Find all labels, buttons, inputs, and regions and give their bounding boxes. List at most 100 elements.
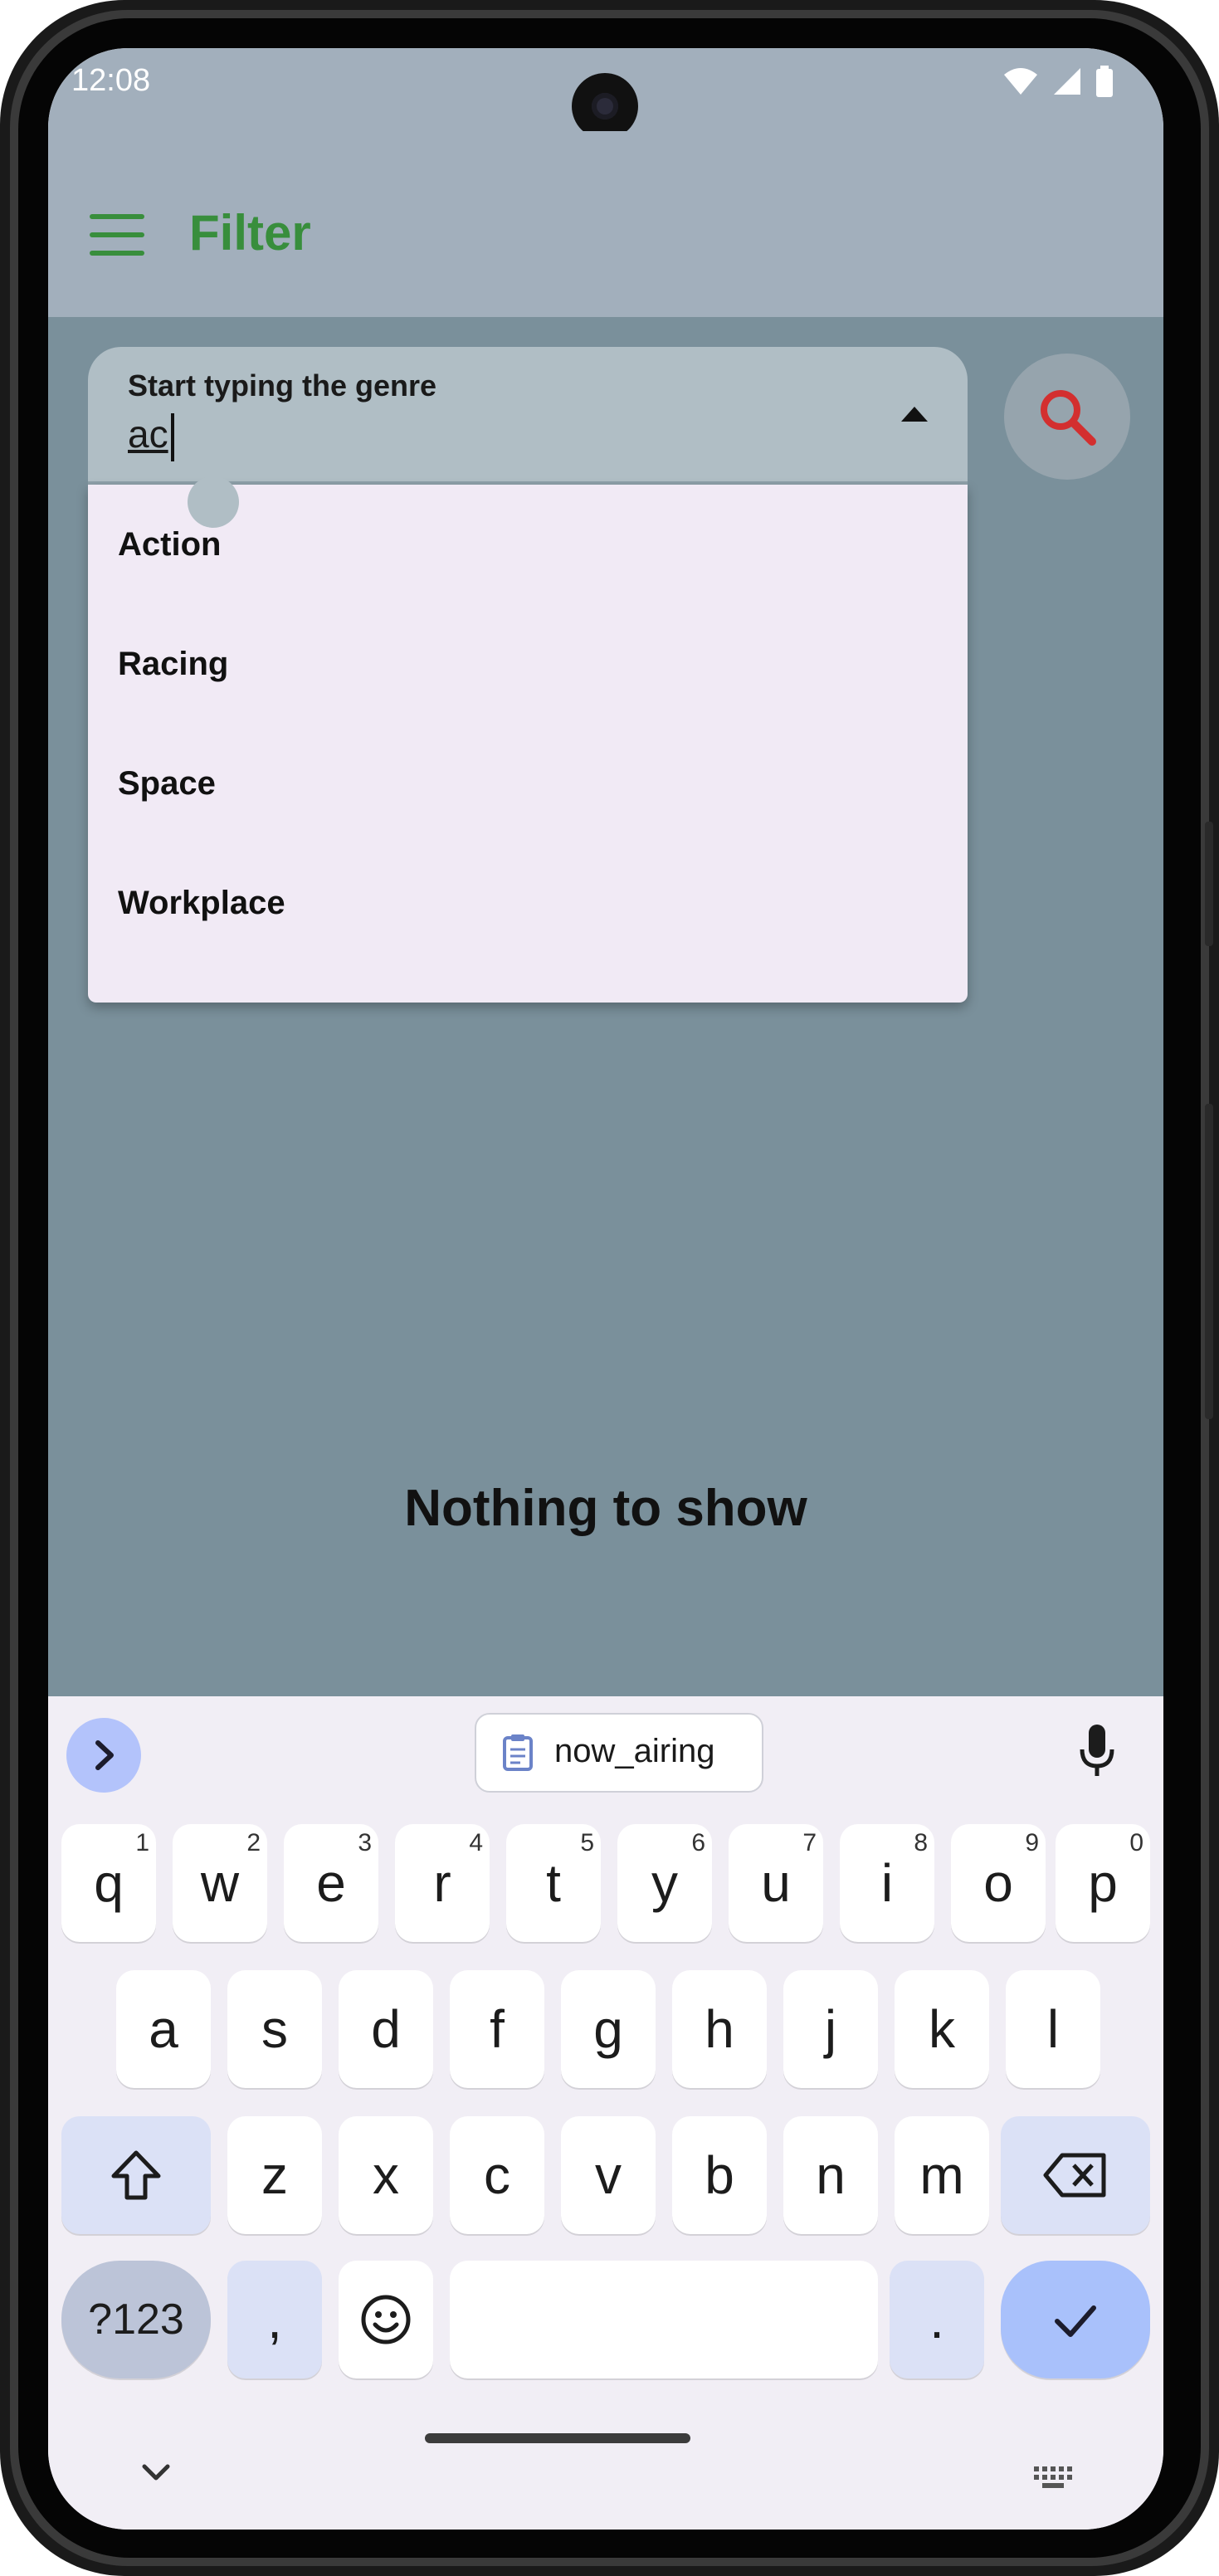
done-key[interactable]: [1001, 2261, 1150, 2378]
clipboard-suggestion-chip[interactable]: now_airing: [475, 1713, 763, 1793]
wifi-icon: [1004, 68, 1037, 95]
key-label: e: [316, 1853, 346, 1913]
menu-icon[interactable]: [90, 214, 144, 256]
key-g[interactable]: g: [561, 1970, 656, 2088]
key-m[interactable]: m: [895, 2116, 989, 2234]
status-time: 12:08: [71, 63, 151, 98]
dropdown-item-label: Racing: [118, 646, 229, 682]
empty-state-text: Nothing to show: [404, 1480, 807, 1537]
key-label: y: [651, 1853, 678, 1913]
key-y[interactable]: y6: [617, 1824, 712, 1942]
key-f[interactable]: f: [450, 1970, 544, 2088]
key-hint: 1: [135, 1829, 149, 1856]
backspace-key[interactable]: [1001, 2116, 1150, 2234]
key-u[interactable]: u7: [729, 1824, 823, 1942]
selection-handle[interactable]: [188, 476, 239, 528]
key-h[interactable]: h: [672, 1970, 767, 2088]
key-label: q: [94, 1853, 124, 1913]
screen: 12:08 Filter Start typing the genre ac A…: [48, 48, 1163, 2530]
key-t[interactable]: t5: [506, 1824, 601, 1942]
key-hint: 6: [691, 1829, 705, 1856]
dropdown-item-label: Workplace: [118, 885, 285, 921]
key-n[interactable]: n: [783, 2116, 878, 2234]
key-hint: 2: [246, 1829, 261, 1856]
key-hint: 8: [914, 1829, 928, 1856]
key-p[interactable]: p0: [1056, 1824, 1150, 1942]
emoji-key[interactable]: [339, 2261, 433, 2378]
key-label: b: [705, 2145, 734, 2205]
home-indicator[interactable]: [425, 2433, 690, 2443]
volume-button: [1205, 822, 1213, 946]
clipboard-icon: [503, 1734, 533, 1771]
mic-icon[interactable]: [1077, 1723, 1117, 1781]
comma-key[interactable]: ,: [227, 2261, 322, 2378]
key-k[interactable]: k: [895, 1970, 989, 2088]
key-z[interactable]: z: [227, 2116, 322, 2234]
key-r[interactable]: r4: [395, 1824, 490, 1942]
text-cursor: [171, 413, 174, 461]
key-label: ,: [267, 2290, 282, 2349]
key-label: g: [593, 1999, 623, 2059]
dropdown-arrow-icon[interactable]: [901, 407, 928, 422]
key-label: k: [929, 1999, 955, 2059]
key-label: o: [983, 1853, 1013, 1913]
key-hint: 5: [580, 1829, 594, 1856]
period-key[interactable]: .: [890, 2261, 984, 2378]
key-hint: 3: [358, 1829, 372, 1856]
shift-icon: [111, 2150, 161, 2200]
space-key[interactable]: [450, 2261, 878, 2378]
key-b[interactable]: b: [672, 2116, 767, 2234]
page-title: Filter: [189, 205, 311, 261]
search-button[interactable]: [1004, 354, 1130, 480]
key-l[interactable]: l: [1006, 1970, 1100, 2088]
key-label: f: [490, 1999, 505, 2059]
key-label: p: [1088, 1853, 1118, 1913]
genre-field-value[interactable]: ac: [128, 412, 168, 456]
key-label: d: [371, 1999, 401, 2059]
key-v[interactable]: v: [561, 2116, 656, 2234]
key-c[interactable]: c: [450, 2116, 544, 2234]
dropdown-item-racing[interactable]: Racing: [88, 604, 968, 724]
dropdown-item-space[interactable]: Space: [88, 724, 968, 843]
key-x[interactable]: x: [339, 2116, 433, 2234]
symbols-key[interactable]: ?123: [61, 2261, 211, 2378]
genre-search-field[interactable]: Start typing the genre ac: [88, 347, 968, 485]
status-icons: [1002, 65, 1114, 98]
expand-toolbar-button[interactable]: [66, 1718, 141, 1793]
key-e[interactable]: e3: [284, 1824, 378, 1942]
key-d[interactable]: d: [339, 1970, 433, 2088]
signal-icon: [1054, 68, 1080, 95]
key-s[interactable]: s: [227, 1970, 322, 2088]
key-label: n: [816, 2145, 846, 2205]
key-label: l: [1046, 1999, 1060, 2059]
chevron-down-icon[interactable]: [139, 2460, 173, 2483]
key-q[interactable]: q1: [61, 1824, 156, 1942]
dropdown-item-label: Action: [118, 526, 222, 563]
key-label: j: [824, 1999, 837, 2059]
genre-suggestions-dropdown: Action Racing Space Workplace: [88, 476, 968, 1003]
key-i[interactable]: i8: [840, 1824, 934, 1942]
front-camera: [572, 73, 638, 139]
key-label: w: [200, 1853, 240, 1913]
key-label: h: [705, 1999, 734, 2059]
key-j[interactable]: j: [783, 1970, 878, 2088]
key-o[interactable]: o9: [951, 1824, 1046, 1942]
key-a[interactable]: a: [116, 1970, 211, 2088]
shift-key[interactable]: [61, 2116, 211, 2234]
key-label: v: [595, 2145, 622, 2205]
soft-keyboard: now_airing q1 w2 e3 r4 t5 y6 u7 i8 o9 p0…: [48, 1696, 1163, 2530]
key-label: c: [484, 2145, 510, 2205]
key-hint: 9: [1025, 1829, 1039, 1856]
genre-field-label: Start typing the genre: [128, 368, 437, 402]
key-hint: 7: [802, 1829, 817, 1856]
dropdown-item-workplace[interactable]: Workplace: [88, 843, 968, 963]
key-label: .: [929, 2290, 944, 2349]
key-label: i: [880, 1853, 894, 1913]
key-label: a: [149, 1999, 178, 2059]
app-bar: Filter: [48, 131, 1163, 317]
power-button: [1205, 1104, 1213, 1419]
key-hint: 4: [469, 1829, 483, 1856]
key-w[interactable]: w2: [173, 1824, 267, 1942]
keyboard-icon[interactable]: [1032, 2465, 1075, 2490]
check-icon: [1055, 2305, 1096, 2337]
